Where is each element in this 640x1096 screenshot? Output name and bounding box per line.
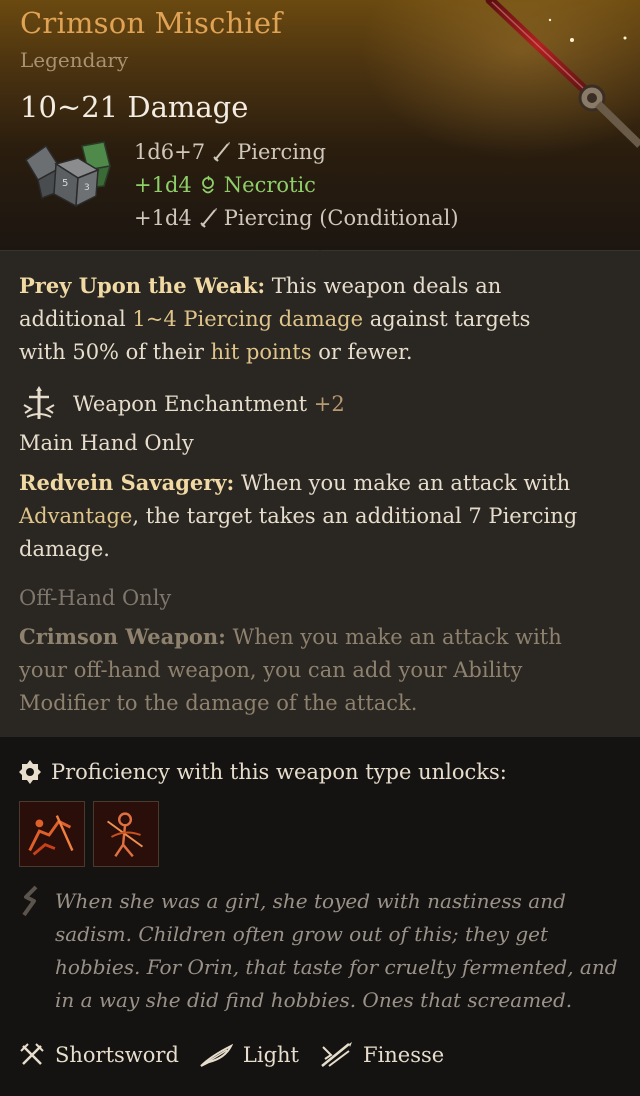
property-label: Finesse: [363, 1043, 445, 1067]
weapon-art-icon: [485, 0, 640, 148]
item-details-panel: Prey Upon the Weak: This weapon deals an…: [0, 250, 640, 746]
main-hand-description: Redvein Savagery: When you make an attac…: [19, 470, 578, 561]
lore-text: When she was a girl, she toyed with nast…: [55, 889, 618, 1012]
enchantment-value: +2: [313, 392, 345, 416]
property-shortsword[interactable]: Shortsword: [19, 1042, 179, 1068]
enchantment-label: Weapon Enchantment: [73, 392, 308, 416]
flourish-icon: [94, 802, 158, 866]
item-name: Crimson Mischief: [20, 6, 283, 40]
proficiency-section: Proficiency with this weapon type unlock…: [0, 737, 640, 1096]
piercing-icon: [200, 208, 217, 228]
damage-dice: +1d4: [134, 173, 192, 197]
finesse-icon: [321, 1042, 352, 1067]
main-hand-ability-name: Redvein Savagery:: [19, 470, 235, 495]
weapon-properties: Shortsword Light Finesse: [19, 1041, 464, 1069]
piercing-strike-icon: [20, 802, 84, 866]
damage-dice: +1d4: [134, 206, 192, 230]
svg-text:3: 3: [84, 183, 90, 193]
damage-type: Piercing (Conditional): [223, 206, 459, 230]
damage-line-3: +1d4 Piercing (Conditional): [134, 206, 459, 230]
hit-points-keyword[interactable]: hit points: [211, 340, 312, 364]
damage-dice: 1d6+7: [134, 140, 206, 164]
damage-highlight: 1~4 Piercing damage: [132, 307, 364, 331]
dice-icon: 5 3: [24, 141, 112, 208]
damage-type: Piercing: [237, 140, 326, 164]
proficiency-row: Proficiency with this weapon type unlock…: [19, 759, 507, 785]
property-finesse[interactable]: Finesse: [319, 1041, 444, 1069]
property-label: Light: [242, 1043, 299, 1067]
item-header: Crimson Mischief Legendary 10~21 Damage …: [0, 0, 640, 250]
off-hand-ability-name: Crimson Weapon:: [19, 624, 226, 649]
panel-notch: [311, 250, 329, 260]
unlocked-actions: [19, 801, 159, 867]
svg-text:5: 5: [62, 178, 68, 189]
property-light[interactable]: Light: [199, 1042, 299, 1068]
weapon-enchantment: Weapon Enchantment +2: [19, 385, 345, 423]
piercing-icon: [213, 142, 231, 162]
item-rarity: Legendary: [20, 48, 129, 72]
action-piercing-strike[interactable]: [19, 801, 85, 867]
damage-total: 10~21 Damage: [20, 90, 249, 124]
passive-name: Prey Upon the Weak:: [19, 273, 266, 298]
feather-icon: [200, 1043, 233, 1067]
proficiency-label: Proficiency with this weapon type unlock…: [51, 760, 507, 784]
damage-type: Necrotic: [223, 173, 316, 197]
damage-line-2: +1d4 Necrotic: [134, 173, 316, 197]
quill-icon: [22, 885, 38, 917]
necrotic-icon: [201, 175, 214, 194]
proficiency-badge-icon: [19, 760, 41, 784]
off-hand-heading: Off-Hand Only: [19, 586, 172, 610]
advantage-keyword[interactable]: Advantage: [19, 504, 132, 528]
damage-line-1: 1d6+7 Piercing: [134, 140, 326, 164]
main-hand-heading: Main Hand Only: [19, 431, 194, 455]
passive-description: Prey Upon the Weak: This weapon deals an…: [19, 273, 531, 364]
shortsword-icon: [20, 1043, 44, 1065]
action-flourish[interactable]: [93, 801, 159, 867]
property-label: Shortsword: [55, 1043, 179, 1067]
off-hand-description: Crimson Weapon: When you make an attack …: [19, 624, 562, 715]
enchantment-icon: [23, 386, 55, 419]
